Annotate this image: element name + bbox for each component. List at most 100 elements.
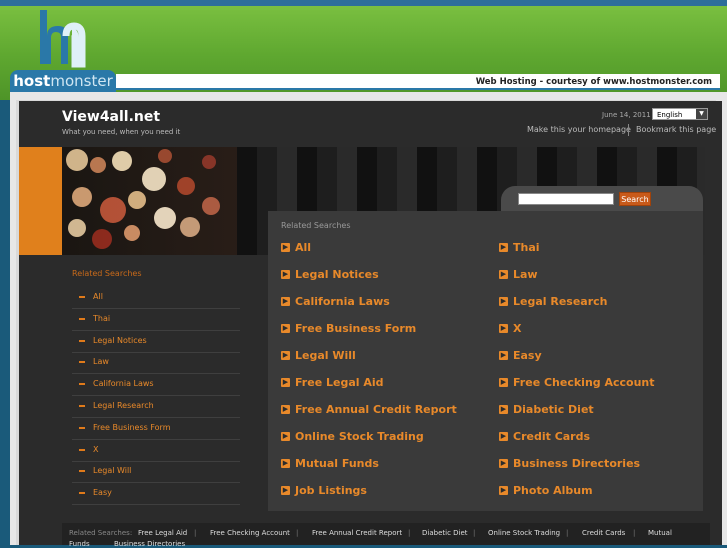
sidebar-item[interactable]: Legal Will <box>72 461 240 484</box>
search-input[interactable] <box>518 193 614 205</box>
related-searches-heading: Related Searches <box>281 221 351 230</box>
related-search-link[interactable]: Free Business Form <box>295 322 416 335</box>
related-search-link[interactable]: Free Legal Aid <box>295 376 384 389</box>
sidebar-item-label[interactable]: Easy <box>93 488 112 497</box>
arrow-bullet-icon: ▶ <box>281 270 290 279</box>
chevron-down-icon[interactable]: ▼ <box>696 109 707 119</box>
sidebar-item[interactable]: Legal Notices <box>72 331 240 353</box>
hostmonster-logo[interactable]: hostmonster <box>10 70 116 92</box>
related-search-link[interactable]: All <box>295 241 311 254</box>
footer-link[interactable]: Diabetic Diet <box>422 529 468 537</box>
related-search-link[interactable]: Job Listings <box>295 484 367 497</box>
footer-link[interactable]: Online Stock Trading <box>488 529 560 537</box>
sidebar-item-label[interactable]: California Laws <box>93 379 154 388</box>
arrow-bullet-icon: ▶ <box>281 486 290 495</box>
sidebar-item-label[interactable]: Legal Research <box>93 401 154 410</box>
sidebar-item[interactable]: All <box>72 287 240 309</box>
arrow-bullet-icon: ▶ <box>281 324 290 333</box>
arrow-bullet-icon: ▶ <box>499 459 508 468</box>
courtesy-banner[interactable]: Web Hosting - courtesy of www.hostmonste… <box>116 74 720 90</box>
sidebar-item-label[interactable]: Legal Will <box>93 466 131 475</box>
footer-link[interactable]: Free Annual Credit Report <box>312 529 402 537</box>
language-select[interactable]: English ▼ <box>652 108 708 120</box>
related-search-link[interactable]: Free Checking Account <box>513 376 655 389</box>
dash-bullet-icon <box>79 339 85 342</box>
bokeh-light <box>128 191 146 209</box>
sidebar-item[interactable]: California Laws <box>72 374 240 397</box>
footer-separator: | <box>194 529 197 537</box>
dash-bullet-icon <box>79 361 85 364</box>
site-title[interactable]: View4all.net <box>62 109 160 125</box>
related-search-link[interactable]: X <box>513 322 521 335</box>
dash-bullet-icon <box>79 448 85 451</box>
footer-separator: | <box>296 529 299 537</box>
related-search-link[interactable]: Legal Notices <box>295 268 379 281</box>
bookmark-link[interactable]: Bookmark this page <box>636 125 716 134</box>
related-search-link[interactable]: Credit Cards <box>513 430 590 443</box>
sidebar-item[interactable]: Thai <box>72 309 240 331</box>
footer-separator: | <box>473 529 476 537</box>
sidebar-item-label[interactable]: Thai <box>93 314 110 323</box>
site-tagline: What you need, when you need it <box>62 128 181 136</box>
language-value: English <box>657 111 683 119</box>
footer-link[interactable]: Mutual <box>648 529 672 537</box>
related-search-link[interactable]: Law <box>513 268 538 281</box>
footer-link[interactable]: Business Directories <box>114 540 185 548</box>
arrow-bullet-icon: ▶ <box>499 378 508 387</box>
bokeh-light <box>142 167 166 191</box>
arrow-bullet-icon: ▶ <box>499 351 508 360</box>
related-search-link[interactable]: Legal Will <box>295 349 356 362</box>
footer-bar: Related Searches: Free Legal Aid | Free … <box>62 523 710 548</box>
arrow-bullet-icon: ▶ <box>499 405 508 414</box>
related-search-link[interactable]: Mutual Funds <box>295 457 379 470</box>
related-search-link[interactable]: Business Directories <box>513 457 640 470</box>
bokeh-light <box>177 177 195 195</box>
related-search-link[interactable]: Easy <box>513 349 542 362</box>
bokeh-light <box>92 229 112 249</box>
related-search-link[interactable]: Online Stock Trading <box>295 430 424 443</box>
dash-bullet-icon <box>79 426 85 429</box>
related-search-link[interactable]: Thai <box>513 241 540 254</box>
related-search-link[interactable]: Diabetic Diet <box>513 403 594 416</box>
footer-link[interactable]: Free Checking Account <box>210 529 290 537</box>
logo-monster-text: monster <box>50 72 113 90</box>
footer-link[interactable]: Free Legal Aid <box>138 529 187 537</box>
footer-separator: | <box>566 529 569 537</box>
related-search-link[interactable]: California Laws <box>295 295 390 308</box>
arrow-bullet-icon: ▶ <box>281 351 290 360</box>
bokeh-light <box>124 225 140 241</box>
sidebar-item-label[interactable]: All <box>93 292 103 301</box>
arrow-bullet-icon: ▶ <box>499 432 508 441</box>
arrow-bullet-icon: ▶ <box>499 243 508 252</box>
sidebar-item-label[interactable]: Free Business Form <box>93 423 171 432</box>
bokeh-light <box>112 151 132 171</box>
sidebar-item-label[interactable]: Law <box>93 357 109 366</box>
search-button[interactable]: Search <box>619 192 651 206</box>
footer-link[interactable]: Credit Cards <box>582 529 625 537</box>
footer-link[interactable]: Funds <box>69 540 90 548</box>
sidebar-item[interactable]: Legal Research <box>72 396 240 418</box>
bokeh-light <box>180 217 200 237</box>
footer-separator: | <box>633 529 636 537</box>
arrow-bullet-icon: ▶ <box>499 270 508 279</box>
related-search-link[interactable]: Free Annual Credit Report <box>295 403 457 416</box>
related-search-link[interactable]: Photo Album <box>513 484 593 497</box>
sidebar-item[interactable]: Easy <box>72 483 240 506</box>
accent-bar <box>19 147 63 255</box>
dash-bullet-icon <box>79 405 85 407</box>
sidebar-item[interactable]: Law <box>72 352 240 375</box>
bokeh-light <box>100 197 126 223</box>
dash-bullet-icon <box>79 296 85 298</box>
arrow-bullet-icon: ▶ <box>281 459 290 468</box>
bokeh-light <box>66 149 88 171</box>
dash-bullet-icon <box>79 492 85 495</box>
bokeh-light <box>72 187 92 207</box>
sidebar-item-label[interactable]: X <box>93 445 98 454</box>
sidebar-item-label[interactable]: Legal Notices <box>93 336 147 345</box>
arrow-bullet-icon: ▶ <box>281 297 290 306</box>
related-search-link[interactable]: Legal Research <box>513 295 608 308</box>
make-homepage-link[interactable]: Make this your homepage <box>527 125 631 134</box>
sidebar-item[interactable]: Free Business Form <box>72 418 240 440</box>
arrow-bullet-icon: ▶ <box>281 432 290 441</box>
sidebar-item[interactable]: X <box>72 440 240 462</box>
